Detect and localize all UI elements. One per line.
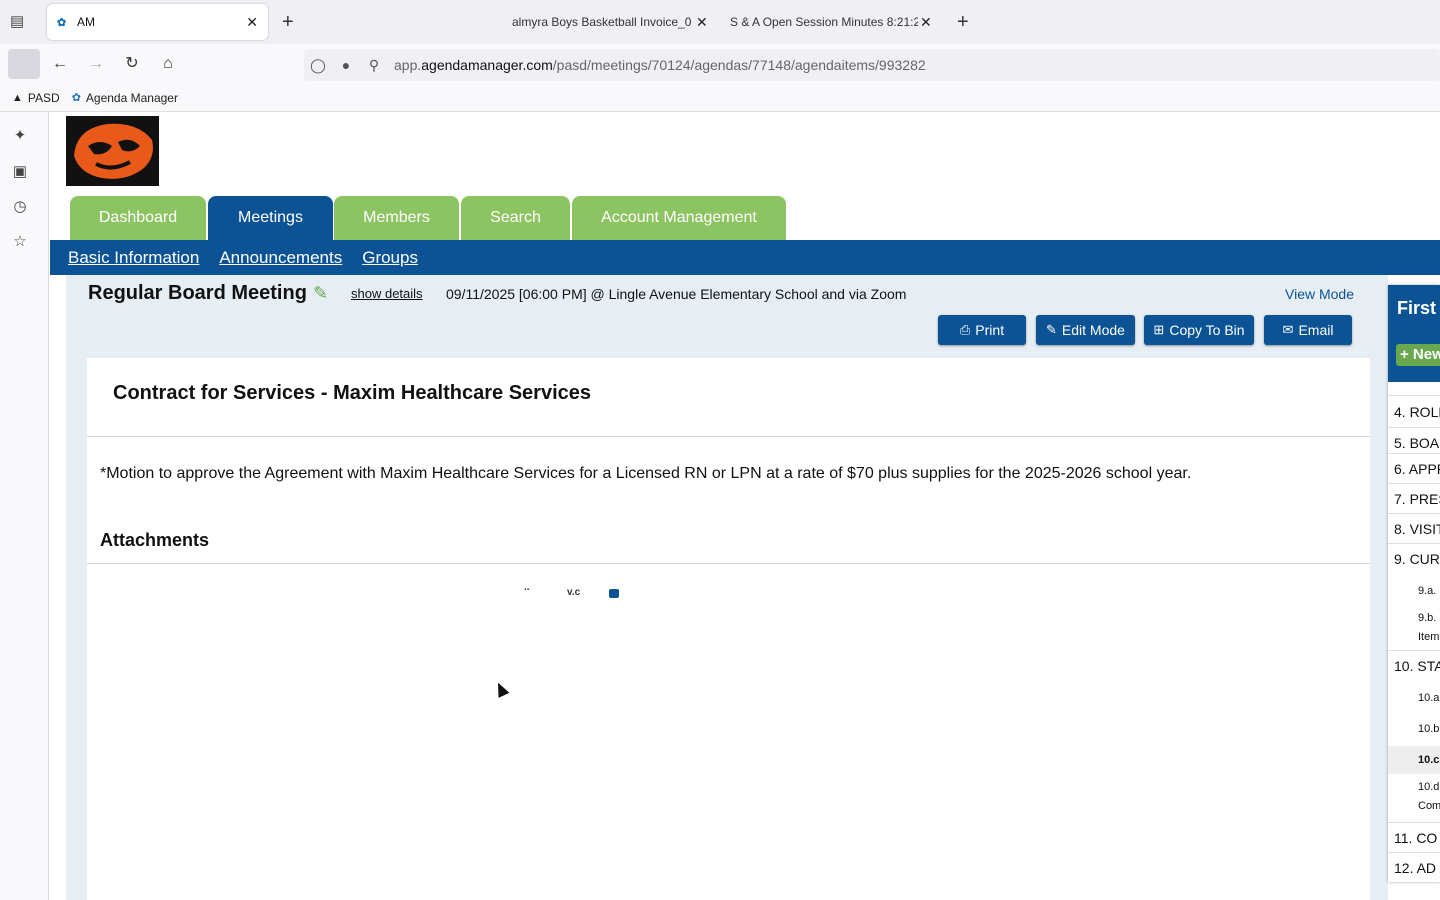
new-tab-icon[interactable]: + [957, 10, 969, 34]
home-icon[interactable]: ⌂ [156, 52, 180, 76]
tab-dashboard[interactable]: Dashboard [70, 196, 206, 240]
tab-list-icon[interactable]: ▤ [10, 12, 24, 30]
subnav-announcements[interactable]: Announcements [219, 248, 342, 268]
history-icon[interactable]: ◷ [10, 197, 30, 217]
divider [87, 563, 1370, 564]
pencil-icon: ✎ [1046, 322, 1057, 337]
copy-to-bin-button[interactable]: ⊞ Copy To Bin [1144, 315, 1254, 345]
agenda-manager-favicon-icon: ✿ [71, 92, 81, 104]
tab-meetings[interactable]: Meetings [208, 196, 333, 240]
outline-header: First + New [1388, 285, 1440, 382]
tab-label: S & A Open Session Minutes 8:21:25 [730, 15, 918, 29]
outline-subitem: Com [1418, 800, 1440, 812]
new-item-button[interactable]: + New [1396, 344, 1440, 366]
subnav-groups[interactable]: Groups [362, 248, 418, 268]
tab-minutes[interactable]: S & A Open Session Minutes 8:21:25 ✕ [730, 4, 936, 40]
bookmark-pasd[interactable]: ▲ PASD [12, 91, 60, 105]
outline-item[interactable]: 12. AD [1388, 852, 1440, 882]
tab-invoice[interactable]: almyra Boys Basketball Invoice_06 ✕ [512, 4, 712, 40]
agenda-manager-favicon-icon: ✿ [57, 17, 67, 29]
show-details-link[interactable]: show details [351, 286, 423, 301]
motion-text: *Motion to approve the Agreement with Ma… [100, 465, 1192, 482]
url-bar[interactable]: ◯ ● ⚲ app.agendamanager.com/pasd/meeting… [304, 49, 1440, 81]
outline-subitem-selected[interactable]: 10.c [1388, 746, 1440, 774]
outline-item[interactable]: 10. STA [1388, 650, 1440, 680]
attachment-file-icon[interactable] [609, 589, 619, 598]
outline-subitem[interactable]: 9.b. [1388, 609, 1440, 627]
outline-subitem[interactable]: 9.a. [1388, 581, 1440, 601]
tab-members[interactable]: Members [334, 196, 459, 240]
outline-item[interactable]: 9. CURR [1388, 543, 1440, 573]
ai-sparkle-icon[interactable]: ✦ [10, 126, 30, 146]
back-icon[interactable]: ← [48, 52, 72, 76]
tab-am[interactable]: ✿ AM ✕ [47, 4, 268, 40]
outline-item[interactable]: 6. APPR [1388, 453, 1440, 483]
email-button[interactable]: ✉ Email [1264, 315, 1352, 345]
browser-sidebar: ✦ ▣ ◷ ☆ [0, 112, 49, 900]
browser-tab-bar: ▤ ✿ AM ✕ + almyra Boys Basketball Invoic… [0, 0, 1440, 44]
copy-plus-icon: ⊞ [1153, 322, 1165, 337]
sidebar-toggle-icon[interactable] [8, 49, 40, 79]
key-icon[interactable]: ⚲ [360, 57, 388, 74]
meeting-title: Regular Board Meeting [88, 282, 307, 304]
tab-account-management[interactable]: Account Management [572, 196, 786, 240]
outline-title: First [1397, 298, 1437, 318]
close-icon[interactable]: ✕ [246, 14, 258, 31]
attachment-fragment[interactable]: v.c [567, 587, 580, 598]
agenda-item-card: Contract for Services - Maxim Healthcare… [87, 358, 1370, 900]
subnav-basic-information[interactable]: Basic Information [68, 248, 199, 268]
agenda-outline-panel: First + New 4. ROLL 5. BOAR 6. APPR 7. P… [1388, 285, 1440, 882]
edit-mode-button[interactable]: ✎ Edit Mode [1036, 315, 1135, 345]
panther-icon: ▲ [12, 91, 23, 104]
outline-item[interactable]: 11. CO [1388, 822, 1440, 852]
forward-icon[interactable]: → [84, 52, 108, 76]
bookmarks-star-icon[interactable]: ☆ [10, 232, 30, 252]
close-icon[interactable]: ✕ [920, 14, 932, 31]
outline-item[interactable]: 4. ROLL [1388, 395, 1440, 427]
printer-icon: ⎙ [959, 322, 971, 337]
outline-item[interactable]: 8. VISIT [1388, 513, 1440, 543]
outline-subitem[interactable]: 10.d [1388, 778, 1440, 796]
agenda-item-title: Contract for Services - Maxim Healthcare… [113, 382, 591, 404]
attachments-heading: Attachments [100, 530, 210, 550]
school-logo [66, 116, 159, 186]
close-icon[interactable]: ✕ [696, 14, 708, 31]
tab-search[interactable]: Search [461, 196, 570, 240]
outline-item[interactable]: 7. PRES [1388, 483, 1440, 513]
reload-icon[interactable]: ↻ [120, 52, 144, 76]
outline-subitem: Item [1418, 631, 1440, 643]
envelope-icon: ✉ [1282, 322, 1294, 337]
bookmarks-bar: ▲ PASD ✿ Agenda Manager [0, 84, 1440, 112]
bookmark-agenda-manager[interactable]: ✿ Agenda Manager [72, 91, 178, 105]
print-button[interactable]: ⎙ Print [938, 315, 1026, 345]
outline-subitem[interactable]: 10.b [1388, 719, 1440, 739]
shield-icon[interactable]: ◯ [304, 57, 332, 74]
synced-tabs-icon[interactable]: ▣ [10, 162, 30, 182]
new-tab-icon[interactable]: + [282, 10, 294, 34]
tab-label: AM [77, 15, 95, 29]
attachment-fragment: .. [524, 582, 530, 593]
view-mode-link[interactable]: View Mode [1285, 286, 1354, 302]
sub-nav: Basic Information Announcements Groups [50, 240, 1440, 275]
tab-label: almyra Boys Basketball Invoice_06 [512, 15, 692, 29]
outline-subitem[interactable]: 10.a [1388, 688, 1440, 708]
meeting-date-location: 09/11/2025 [06:00 PM] @ Lingle Avenue El… [446, 286, 907, 302]
lock-icon[interactable]: ● [332, 57, 360, 73]
url-text[interactable]: app.agendamanager.com/pasd/meetings/7012… [394, 57, 926, 73]
edit-pencil-icon[interactable]: ✎ [313, 283, 328, 304]
divider [87, 436, 1370, 437]
